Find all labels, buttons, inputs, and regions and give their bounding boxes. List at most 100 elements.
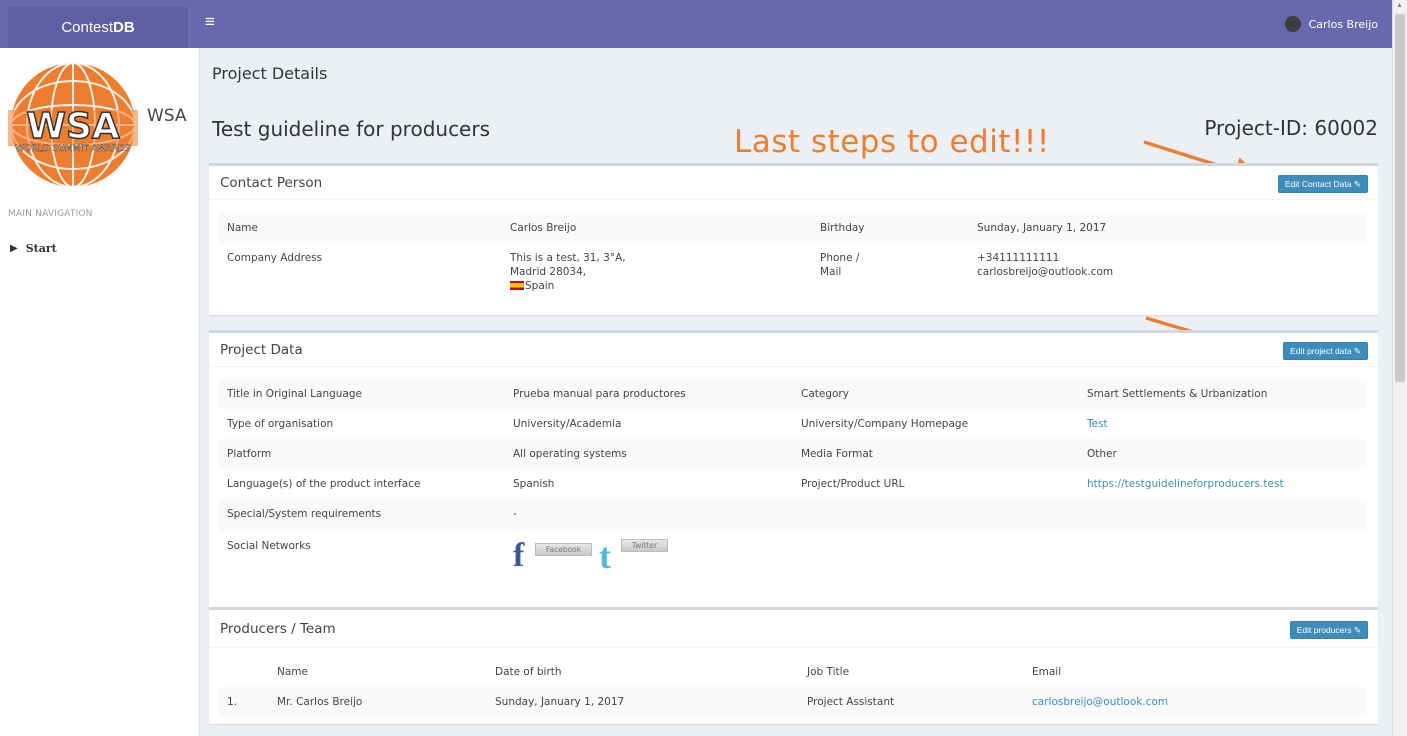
box-header: Contact Person Edit Contact Data ✎ (209, 166, 1378, 200)
field-value: Spanish (513, 478, 555, 490)
box-header: Producers / Team Edit producers ✎ (209, 610, 1378, 648)
field-label: Name (227, 222, 258, 234)
user-menu[interactable]: Carlos Breijo (1284, 16, 1378, 32)
field-label: Social Networks (227, 540, 311, 552)
spain-flag-icon (510, 281, 524, 290)
producer-name: Mr. Carlos Breijo (277, 696, 363, 708)
project-data-box: Project Data Edit project data ✎ Title i… (209, 330, 1378, 640)
play-icon: ▶ (10, 243, 18, 254)
field-value: Sunday, January 1, 2017 (977, 222, 1107, 234)
box-title: Contact Person (220, 175, 323, 191)
project-title: Test guideline for producers (212, 117, 491, 141)
mail-label: Mail (820, 266, 842, 278)
facebook-icon[interactable]: f (513, 539, 529, 573)
brand-text-bold: DB (113, 19, 135, 36)
page-title: Project Details (212, 64, 328, 83)
producer-dob: Sunday, January 1, 2017 (495, 696, 625, 708)
table-row: Special/System requirements - (219, 499, 1367, 531)
scrollbar-thumb[interactable] (1395, 14, 1405, 382)
table-row: Type of organisation University/Academia… (219, 409, 1367, 439)
field-value: All operating systems (513, 448, 627, 460)
project-id: Project-ID: 60002 (1204, 116, 1378, 140)
top-navbar: ContestDB ≡ Carlos Breijo (0, 0, 1392, 48)
twitter-icon[interactable]: t (599, 538, 619, 574)
table-row: Name Carlos Breijo Birthday Sunday, Janu… (219, 213, 1367, 243)
address-country: Spain (525, 280, 555, 292)
address-line: Madrid 28034, (510, 266, 587, 278)
field-label: University/Company Homepage (801, 418, 969, 430)
field-label: Platform (227, 448, 272, 460)
producers-box: Producers / Team Edit producers ✎ Name D… (209, 607, 1378, 724)
wsa-logo: WSA WORLD SUMMIT AWARDS (8, 60, 138, 190)
user-name: Carlos Breijo (1308, 17, 1378, 31)
row-number: 1. (227, 696, 238, 708)
address-value: This is a test, 31, 3°A, Madrid 28034, S… (510, 251, 626, 293)
table-row: Platform All operating systems Media For… (219, 439, 1367, 469)
phone-value: +34111111111 (977, 252, 1060, 264)
column-header: Email (1032, 666, 1062, 678)
field-label: Project/Product URL (801, 478, 905, 490)
twitter-button[interactable]: Twitter (621, 539, 668, 552)
producer-email-link[interactable]: carlosbreijo@outlook.com (1032, 695, 1168, 709)
box-header: Project Data Edit project data ✎ (209, 333, 1378, 367)
producer-job: Project Assistant (807, 696, 895, 708)
field-value: Smart Settlements & Urbanization (1087, 388, 1268, 400)
table-row: Company Address This is a test, 31, 3°A,… (219, 243, 1367, 303)
edit-producers-button[interactable]: Edit producers ✎ (1289, 621, 1368, 639)
address-line: This is a test, 31, 3°A, (510, 252, 626, 264)
field-value: Other (1087, 448, 1117, 460)
edit-contact-button[interactable]: Edit Contact Data ✎ (1277, 175, 1368, 193)
svg-text:WSA: WSA (26, 106, 120, 147)
product-url-link[interactable]: https://testguidelineforproducers.test (1087, 477, 1284, 491)
field-label: Type of organisation (227, 418, 334, 430)
pencil-icon: ✎ (1353, 179, 1361, 189)
facebook-button[interactable]: Facebook (535, 543, 592, 556)
contact-person-box: Contact Person Edit Contact Data ✎ Name … (209, 163, 1378, 315)
avatar (1284, 16, 1301, 32)
field-label: Special/System requirements (227, 508, 382, 520)
homepage-link[interactable]: Test (1087, 417, 1108, 431)
box-title: Project Data (220, 342, 303, 358)
brand-text: Contest (61, 19, 114, 36)
field-label: Language(s) of the product interface (227, 478, 421, 490)
field-value: University/Academia (513, 418, 622, 430)
org-name: WSA (147, 106, 187, 126)
nav-header: MAIN NAVIGATION (8, 209, 93, 219)
scrollbar[interactable]: ▲ (1392, 0, 1407, 736)
field-label: Category (801, 388, 849, 400)
main-content: Project Details Test guideline for produ… (200, 48, 1392, 736)
column-header: Name (277, 666, 308, 678)
phone-label: Phone / (820, 252, 860, 264)
table-row: Social Networks f Facebook t Twitter (219, 531, 1367, 585)
column-header: Job Title (807, 666, 850, 678)
table-row: Title in Original Language Prueba manual… (219, 379, 1367, 409)
svg-text:WORLD SUMMIT AWARDS: WORLD SUMMIT AWARDS (15, 144, 130, 154)
field-label: Phone / Mail (820, 251, 859, 279)
scroll-up-icon[interactable]: ▲ (1396, 2, 1403, 9)
table-row: 1. Mr. Carlos Breijo Sunday, January 1, … (219, 687, 1367, 717)
field-label: Title in Original Language (227, 388, 362, 400)
sidebar-item-start[interactable]: ▶ Start (10, 242, 57, 255)
button-label: Edit project data (1290, 346, 1352, 356)
field-value: Carlos Breijo (510, 222, 577, 234)
social-networks: f Facebook t Twitter (513, 537, 683, 577)
field-label: Media Format (801, 448, 873, 460)
pencil-icon: ✎ (1353, 625, 1361, 635)
field-value: - (513, 508, 517, 520)
table-row: Language(s) of the product interface Spa… (219, 469, 1367, 499)
edit-project-button[interactable]: Edit project data ✎ (1283, 342, 1368, 360)
field-value: Prueba manual para productores (513, 388, 686, 400)
button-label: Edit producers (1296, 625, 1352, 635)
brand-logo[interactable]: ContestDB (8, 7, 188, 48)
box-title: Producers / Team (220, 621, 336, 637)
hamburger-icon[interactable]: ≡ (205, 12, 215, 32)
table-header-row: Name Date of birth Job Title Email (219, 657, 1367, 687)
button-label: Edit Contact Data (1284, 179, 1352, 189)
field-label: Company Address (227, 252, 323, 264)
sidebar-item-label: Start (25, 242, 57, 255)
mail-value: carlosbreijo@outlook.com (977, 266, 1114, 278)
field-value: +34111111111 carlosbreijo@outlook.com (977, 251, 1113, 279)
annotation-text: Last steps to edit!!! (734, 124, 1050, 160)
pencil-icon: ✎ (1353, 346, 1361, 356)
sidebar: WSA WORLD SUMMIT AWARDS WSA MAIN NAVIGAT… (0, 48, 200, 736)
